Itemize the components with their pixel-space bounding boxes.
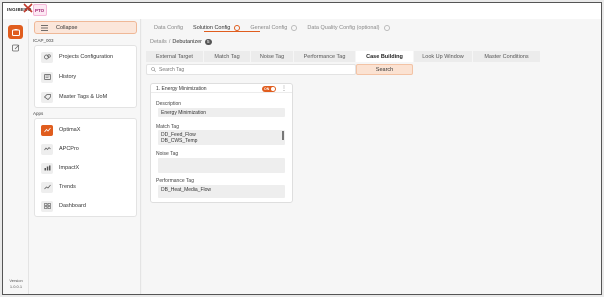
collapse-button[interactable]: Collapse [34, 21, 137, 34]
more-options-icon[interactable]: ⋮ [281, 85, 287, 92]
menu-item-label: ImpactX [59, 165, 80, 171]
collapse-label: Collapse [56, 24, 78, 31]
menu-item-projects-configuration[interactable]: Projects Configuration [41, 50, 135, 64]
match-tag-scrollbar[interactable] [282, 131, 284, 140]
main-content: Data Config Solution Config General Conf… [142, 19, 601, 294]
app-window: INGIBERO PTO Version 1.0.0.1 Collapse IC… [2, 2, 602, 295]
trends-icon [41, 181, 53, 193]
history-icon [41, 71, 53, 83]
description-field[interactable]: Energy Minimization [158, 108, 285, 117]
menu-item-dashboard[interactable]: Dashboard [41, 199, 135, 213]
performance-tag-field[interactable]: DB_Heat_Media_Flow [158, 185, 285, 198]
dashboard-icon [41, 200, 53, 212]
step-status-icon [383, 25, 390, 31]
menu-item-label: APCPro [59, 146, 79, 152]
menu-item-apcpro[interactable]: APCPro [41, 142, 135, 156]
tab-external-target[interactable]: External Target [146, 51, 204, 62]
search-bar [146, 64, 356, 75]
projects-configuration-icon [41, 51, 53, 63]
count-badge: 5 [205, 39, 212, 45]
tab-performance-tag[interactable]: Performance Tag [294, 51, 356, 62]
hamburger-icon [41, 24, 48, 31]
case-card: 1. Energy Minimization ON ⋮ Description … [150, 83, 293, 203]
rail-edit-button[interactable] [8, 41, 23, 55]
impactx-icon [41, 162, 53, 174]
version-info: Version 1.0.0.1 [5, 278, 27, 290]
master-tags-icon [41, 91, 53, 103]
tab-look-up-window[interactable]: Look Up Window [414, 51, 473, 62]
project-section-title: ICAP_003 [33, 38, 54, 43]
match-tag-item: DB_CWS_Temp [161, 138, 198, 144]
noise-tag-label: Noise Tag [156, 151, 179, 157]
description-label: Description [156, 101, 182, 107]
ingibero-x-mark-icon [23, 3, 33, 13]
step-data-config[interactable]: Data Config [154, 25, 183, 31]
menu-item-label: Master Tags & UoM [59, 94, 108, 100]
side-menu: Collapse ICAP_003 Projects Configuration… [29, 19, 141, 294]
case-title: 1. Energy Minimization [156, 86, 207, 92]
apps-menu-card: OptimaX APCPro ImpactX Trends Dashboard [34, 118, 137, 217]
menu-item-label: Trends [59, 184, 76, 190]
case-card-header: 1. Energy Minimization ON ⋮ [151, 84, 292, 93]
apps-section-title: Apps [33, 111, 44, 116]
breadcrumb-parent[interactable]: Details [150, 39, 167, 45]
tab-case-building[interactable]: Case Building [356, 51, 414, 62]
menu-item-label: OptimaX [59, 127, 81, 133]
tab-master-conditions[interactable]: Master Conditions [473, 51, 541, 62]
project-menu-card: Projects Configuration History Master Ta… [34, 45, 137, 108]
step-status-icon [291, 25, 298, 31]
version-value: 1.0.0.1 [9, 284, 23, 289]
menu-item-optimax[interactable]: OptimaX [41, 123, 135, 137]
search-icon [151, 67, 156, 72]
step-label: Data Config [154, 25, 184, 31]
breadcrumb-separator: / [168, 39, 171, 45]
toggle-label: ON [264, 86, 270, 91]
menu-item-trends[interactable]: Trends [41, 180, 135, 194]
partner-logo: PTO [33, 4, 47, 16]
step-label: Data Quality Config (optional) [307, 25, 380, 31]
config-stepper: Data Config Solution Config General Conf… [154, 22, 400, 34]
menu-item-history[interactable]: History [41, 70, 135, 84]
menu-item-label: History [59, 74, 77, 80]
toggle-knob [271, 87, 275, 91]
noise-tag-field[interactable] [158, 158, 285, 173]
apps-icon [11, 28, 20, 36]
case-enabled-toggle[interactable]: ON [262, 86, 276, 92]
match-tag-list[interactable]: DD_Feed_Flow DB_CWS_Temp [158, 130, 285, 145]
menu-item-label: Projects Configuration [59, 54, 114, 60]
menu-item-master-tags[interactable]: Master Tags & UoM [41, 90, 135, 104]
active-step-underline [204, 31, 260, 32]
apcpro-icon [41, 143, 53, 155]
partner-logo-text: PTO [35, 8, 45, 13]
performance-tag-value: DB_Heat_Media_Flow [161, 187, 212, 193]
rail-apps-button[interactable] [8, 25, 23, 39]
search-input[interactable] [159, 66, 349, 73]
tab-noise-tag[interactable]: Noise Tag [251, 51, 294, 62]
step-data-quality-config[interactable]: Data Quality Config (optional) [307, 25, 390, 31]
menu-item-impactx[interactable]: ImpactX [41, 161, 135, 175]
optimax-icon [41, 124, 53, 136]
top-bar: INGIBERO PTO [3, 3, 601, 19]
menu-item-label: Dashboard [59, 203, 86, 209]
breadcrumb-current: Debutanizer [172, 39, 203, 45]
tab-match-tag[interactable]: Match Tag [204, 51, 251, 62]
edit-icon [11, 44, 19, 52]
description-value: Energy Minimization [161, 110, 207, 116]
breadcrumb: Details / Debutanizer 5 [150, 39, 212, 45]
search-button[interactable]: Search [356, 64, 413, 75]
tab-bar: External Target Match Tag Noise Tag Perf… [146, 51, 541, 62]
performance-tag-label: Performance Tag [156, 178, 194, 184]
icon-rail: Version 1.0.0.1 [3, 19, 29, 294]
